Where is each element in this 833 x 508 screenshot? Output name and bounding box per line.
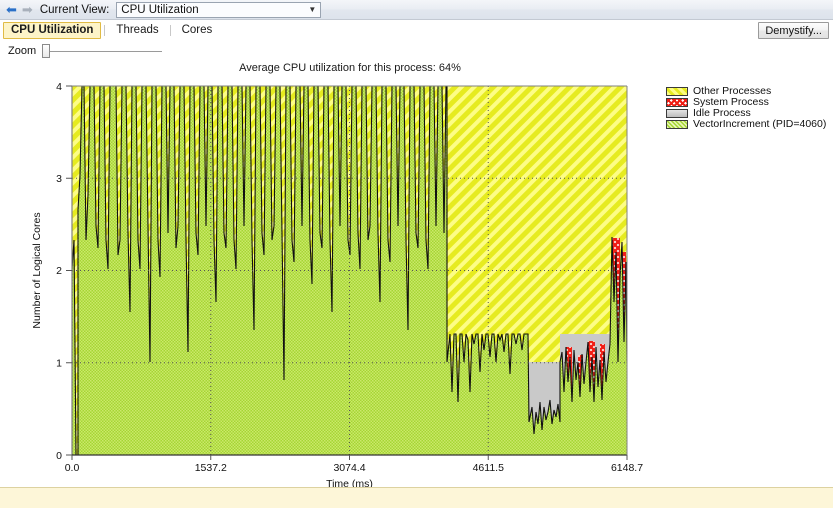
current-view-label: Current View: — [39, 3, 110, 16]
demystify-button[interactable]: Demystify... — [758, 22, 829, 39]
legend-swatch-other-processes — [666, 87, 688, 96]
legend-swatch-system-process — [666, 98, 688, 107]
cpu-utilization-chart: Average CPU utilization for this process… — [0, 62, 833, 487]
tab-cores[interactable]: Cores — [174, 22, 221, 39]
y-tick-label: 2 — [56, 265, 62, 277]
arrow-left-icon[interactable]: ⬅ — [6, 3, 17, 16]
zoom-label: Zoom — [8, 45, 37, 57]
tab-threads[interactable]: Threads — [108, 22, 166, 39]
demystify-button-label: Demystify... — [765, 24, 822, 37]
chart-legend: Other Processes System Process Idle Proc… — [666, 86, 831, 130]
zoom-slider-track[interactable] — [42, 51, 163, 52]
x-axis-title: Time (ms) — [326, 478, 373, 487]
x-tick-label: 3074.4 — [333, 462, 365, 474]
current-view-value: CPU Utilization — [121, 3, 199, 16]
x-tick-label: 0.0 — [65, 462, 80, 474]
y-axis-title: Number of Logical Cores — [31, 212, 43, 328]
tab-cpu-utilization-label: CPU Utilization — [11, 23, 94, 36]
tab-divider — [104, 24, 106, 36]
legend-label: VectorIncrement (PID=4060) — [693, 118, 827, 130]
tab-cpu-utilization[interactable]: CPU Utilization — [3, 21, 102, 39]
current-view-dropdown[interactable]: CPU Utilization ▼ — [116, 1, 322, 18]
zoom-slider[interactable] — [42, 43, 163, 59]
chevron-down-icon[interactable]: ▼ — [304, 3, 320, 17]
y-tick-label: 0 — [56, 450, 62, 462]
arrow-right-icon[interactable]: ➡ — [22, 3, 33, 16]
toolbar: ⬅ ➡ Current View: CPU Utilization ▼ — [0, 0, 833, 20]
x-tick-label: 1537.2 — [195, 462, 227, 474]
legend-item[interactable]: VectorIncrement (PID=4060) — [666, 119, 831, 130]
status-bar — [0, 487, 833, 508]
x-tick-label: 6148.7 — [611, 462, 643, 474]
tab-bar: CPU Utilization Threads Cores Demystify.… — [0, 20, 833, 40]
tab-threads-label: Threads — [116, 23, 159, 36]
x-tick-label: 4611.5 — [473, 462, 504, 474]
y-tick-label: 3 — [56, 173, 62, 185]
y-tick-label: 4 — [56, 81, 62, 93]
tab-divider — [169, 24, 171, 36]
legend-swatch-vectorincrement — [666, 120, 688, 129]
y-tick-label: 1 — [56, 358, 62, 370]
tab-cores-label: Cores — [181, 23, 213, 36]
legend-swatch-idle-process — [666, 109, 688, 118]
zoom-control-row: Zoom — [0, 40, 833, 62]
zoom-slider-thumb[interactable] — [42, 44, 51, 58]
